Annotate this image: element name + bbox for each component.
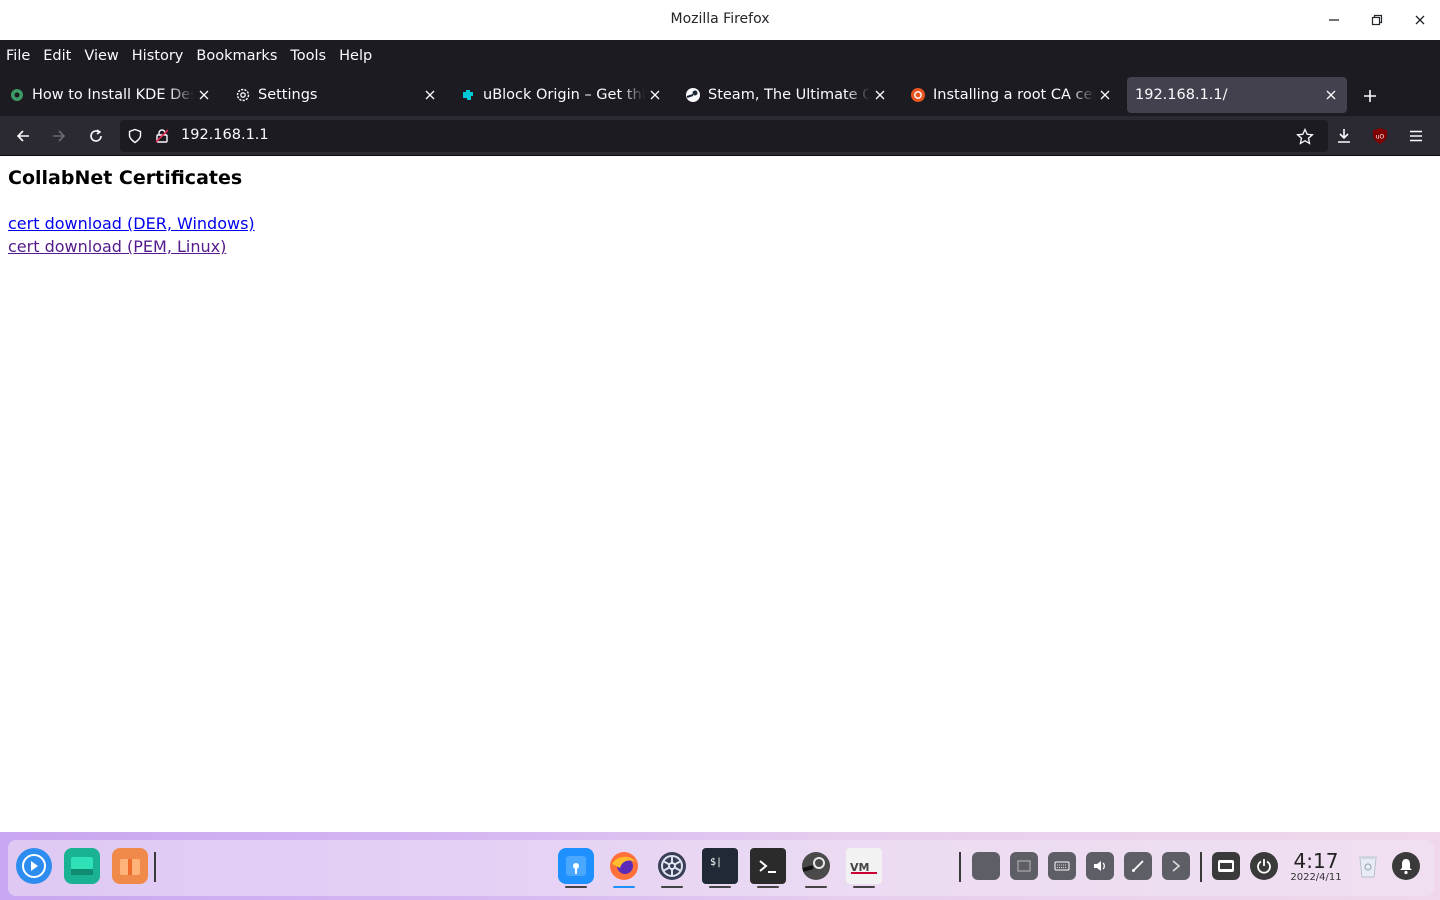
der-cert-download-link[interactable]: cert download (DER, Windows)	[8, 214, 255, 233]
running-indicator	[853, 886, 875, 888]
tab-label: How to Install KDE Desktop	[32, 87, 194, 103]
tab-label: Installing a root CA certificate	[933, 87, 1095, 103]
reload-icon	[90, 129, 102, 142]
app-store-icon[interactable]	[112, 848, 148, 884]
steam-app-icon[interactable]	[798, 848, 834, 884]
on-screen-keyboard-icon[interactable]	[1212, 852, 1240, 880]
back-arrow-icon	[16, 130, 29, 142]
reload-button[interactable]	[84, 124, 108, 148]
desktop-taskbar: $| VM	[0, 832, 1440, 900]
close-icon[interactable]	[420, 85, 440, 105]
tab-label: Steam, The Ultimate Online Game Platform	[708, 87, 870, 103]
window-title: Mozilla Firefox	[670, 11, 770, 27]
download-icon	[1338, 129, 1350, 143]
back-button[interactable]	[11, 124, 35, 148]
chevron-right-icon[interactable]	[1162, 852, 1190, 880]
page-content: CollabNet Certificates cert download (DE…	[0, 157, 1440, 832]
tab-strip: How to Install KDE Desktop Settings uBlo…	[0, 72, 1440, 116]
svg-text:uO: uO	[1376, 134, 1385, 141]
forward-arrow-icon	[53, 130, 66, 142]
menu-bookmarks[interactable]: Bookmarks	[196, 48, 277, 64]
close-icon[interactable]	[194, 85, 214, 105]
tab-root-ca[interactable]: Installing a root CA certificate	[901, 77, 1121, 113]
app-menu-button[interactable]	[1404, 124, 1428, 148]
bookmark-star-icon[interactable]	[1296, 127, 1314, 150]
clock-date[interactable]: 2022/4/11	[1286, 872, 1346, 883]
window-titlebar: Mozilla Firefox	[0, 0, 1440, 40]
page-heading: CollabNet Certificates	[8, 167, 243, 189]
gear-icon	[234, 86, 252, 104]
menu-file[interactable]: File	[6, 48, 30, 64]
new-tab-button[interactable]	[1358, 84, 1382, 108]
volume-icon[interactable]	[1086, 852, 1114, 880]
menu-bar: File Edit View History Bookmarks Tools H…	[0, 40, 1440, 72]
firefox-icon[interactable]	[606, 848, 642, 884]
downloads-button[interactable]	[1332, 124, 1356, 148]
menu-help[interactable]: Help	[339, 48, 372, 64]
keyboard-icon[interactable]	[1048, 852, 1076, 880]
tab-label: Settings	[258, 87, 318, 103]
url-text: 192.168.1.1	[181, 127, 269, 143]
navigation-toolbar: 192.168.1.1 uO	[0, 116, 1440, 156]
tab-router[interactable]: 192.168.1.1/	[1127, 77, 1347, 113]
taskbar-separator	[1200, 852, 1202, 882]
launcher-icon[interactable]	[16, 848, 52, 884]
tray-app-icon[interactable]	[972, 852, 1000, 880]
minimize-icon	[1329, 19, 1339, 21]
running-indicator	[613, 886, 635, 888]
close-icon[interactable]	[1321, 85, 1341, 105]
close-icon[interactable]	[1095, 85, 1115, 105]
tab-ublock[interactable]: uBlock Origin – Get this Extension	[451, 77, 671, 113]
ublock-extension-button[interactable]: uO	[1368, 124, 1392, 148]
notification-bell-icon[interactable]	[1392, 852, 1420, 880]
terminal-icon[interactable]: $|	[702, 848, 738, 884]
tab-settings[interactable]: Settings	[226, 77, 446, 113]
puzzle-icon	[459, 86, 477, 104]
ublock-icon: uO	[1373, 128, 1387, 144]
vm-manager-icon[interactable]: VM	[846, 848, 882, 884]
address-bar[interactable]: 192.168.1.1	[120, 120, 1328, 152]
file-manager-icon[interactable]	[64, 848, 100, 884]
close-icon[interactable]	[645, 85, 665, 105]
settings-app-icon[interactable]	[654, 848, 690, 884]
pem-cert-download-link[interactable]: cert download (PEM, Linux)	[8, 237, 226, 256]
clock-time[interactable]: 4:17	[1288, 849, 1344, 873]
window-switch-icon[interactable]	[1010, 852, 1038, 880]
tab-label: 192.168.1.1/	[1135, 87, 1228, 103]
running-indicator	[757, 886, 779, 888]
tab-steam[interactable]: Steam, The Ultimate Online Game Platform	[676, 77, 896, 113]
menu-edit[interactable]: Edit	[43, 48, 71, 64]
menu-tools[interactable]: Tools	[290, 48, 326, 64]
maximize-button[interactable]	[1364, 8, 1390, 32]
restore-icon	[1371, 14, 1383, 26]
svg-text:$|: $|	[710, 857, 722, 868]
tab-label: uBlock Origin – Get this Extension	[483, 87, 645, 103]
power-icon[interactable]	[1250, 852, 1278, 880]
calendar-app-icon[interactable]	[558, 848, 594, 884]
close-icon[interactable]	[870, 85, 890, 105]
ubuntu-icon	[909, 86, 927, 104]
close-window-button[interactable]	[1407, 8, 1433, 32]
forward-button[interactable]	[47, 124, 71, 148]
tab-kde[interactable]: How to Install KDE Desktop	[0, 77, 220, 113]
steam-icon	[684, 86, 702, 104]
plus-icon	[1364, 90, 1376, 102]
menu-view[interactable]: View	[84, 48, 118, 64]
console-icon[interactable]	[750, 848, 786, 884]
taskbar-separator	[154, 852, 156, 882]
screenshot-icon[interactable]	[1124, 852, 1152, 880]
hamburger-menu-icon	[1410, 130, 1422, 142]
menu-history[interactable]: History	[132, 48, 184, 64]
taskbar-separator	[959, 852, 961, 882]
trash-icon[interactable]	[1352, 850, 1384, 882]
running-indicator	[661, 886, 683, 888]
lock-warning-icon[interactable]	[154, 128, 170, 148]
running-indicator	[565, 886, 587, 888]
minimize-button[interactable]	[1321, 8, 1347, 32]
close-icon	[1415, 15, 1425, 25]
running-indicator	[709, 886, 731, 888]
running-indicator	[805, 886, 827, 888]
shield-icon[interactable]	[127, 128, 143, 148]
kde-gear-icon	[8, 86, 26, 104]
